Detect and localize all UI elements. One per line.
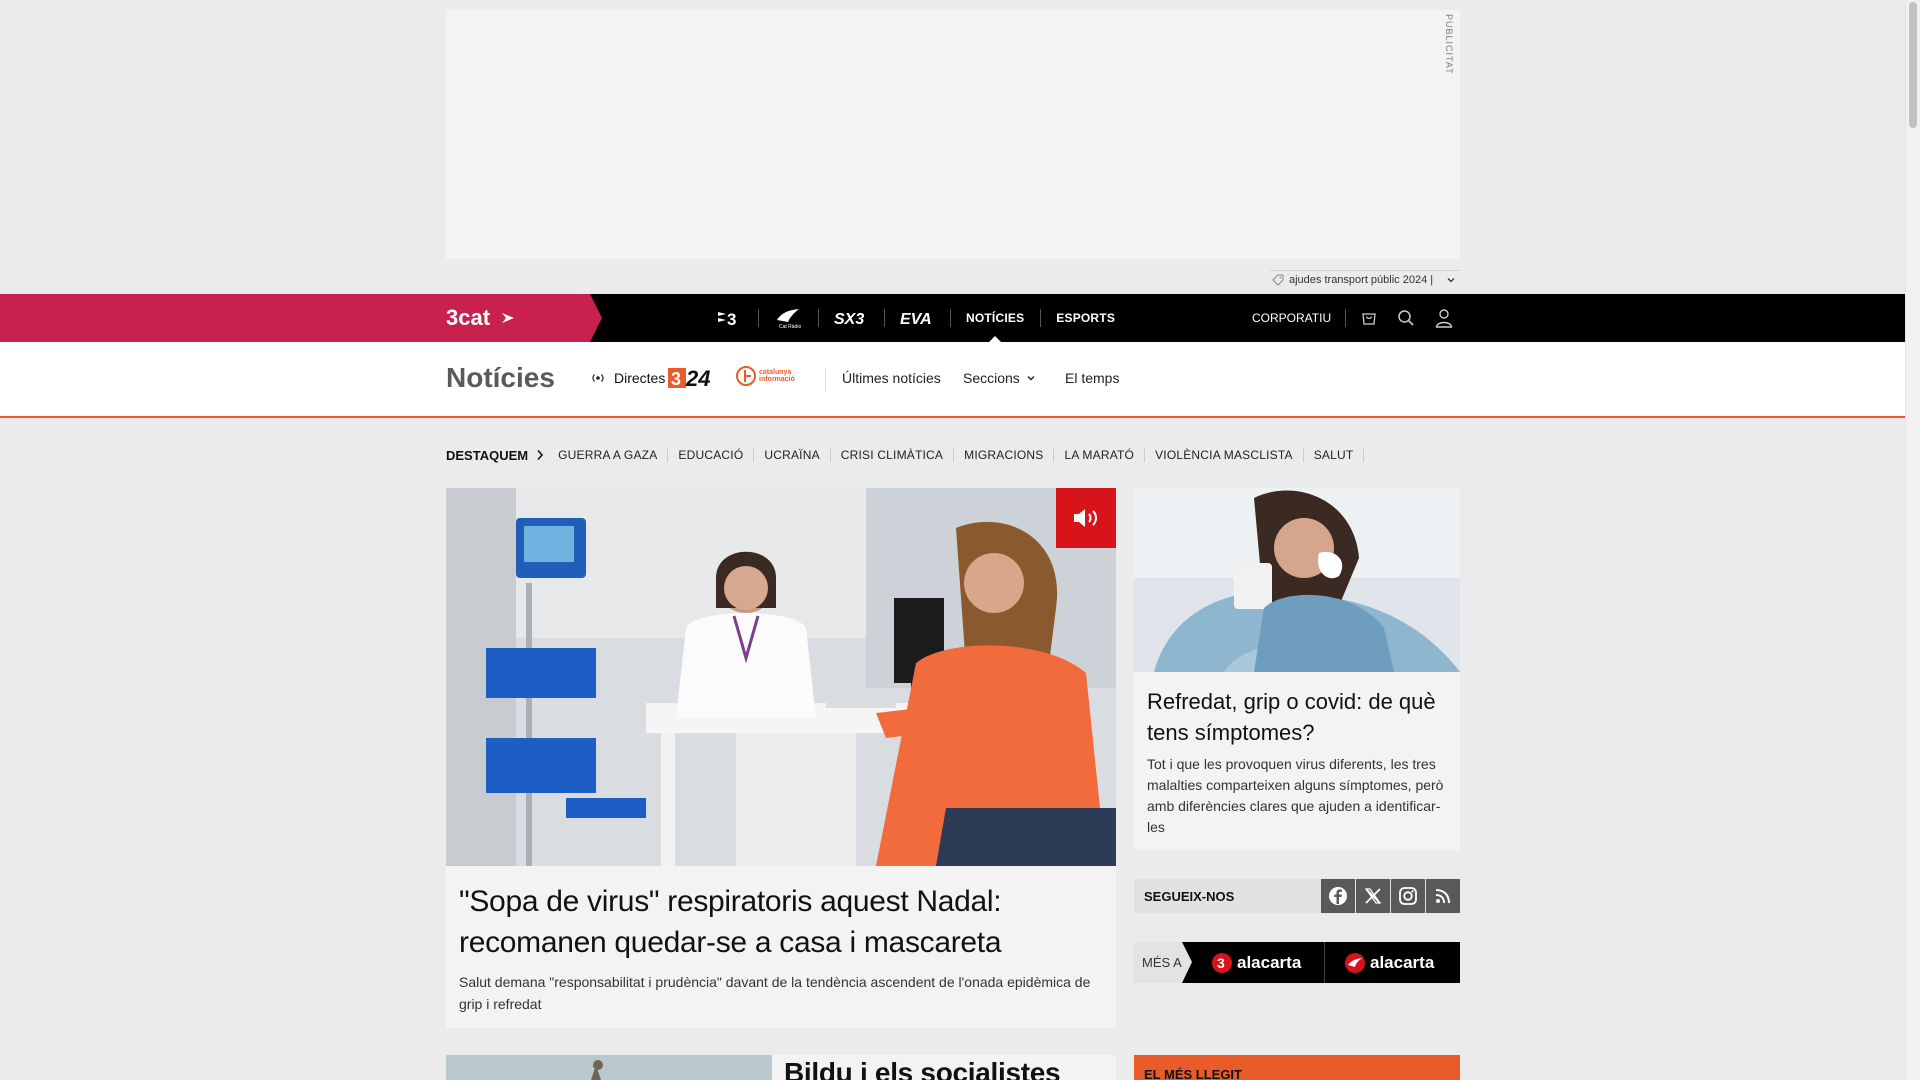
- user-icon[interactable]: [1434, 308, 1454, 328]
- ad-label: PUBLICITAT: [1444, 14, 1454, 75]
- chevron-right-icon: [537, 449, 544, 461]
- 3cat-logo-icon: 3cat: [446, 306, 514, 330]
- side-article-image[interactable]: [1134, 488, 1460, 672]
- clinic-photo: [446, 488, 1116, 866]
- x-icon[interactable]: [1356, 879, 1390, 913]
- svg-text:3cat: 3cat: [446, 306, 491, 330]
- mes-alacarta-bar: MÉS A 3 alacarta alacarta: [1134, 942, 1460, 983]
- section-header: Notícies Directes 3 24 catalunya informa…: [0, 342, 1905, 418]
- cat-info-logo-text: catalunya informació: [759, 369, 795, 383]
- logo-catalunya-informacio[interactable]: catalunya informació: [736, 366, 795, 386]
- ad-strip-text: ajudes transport públic 2024 |: [1289, 273, 1434, 286]
- section-divider: [825, 368, 826, 392]
- svg-text:Cat Ràdio: Cat Ràdio: [779, 324, 801, 329]
- channel-list: 3 Cat Ràdio SX3 EVA NOTÍCIES ESPORTS: [700, 294, 1131, 343]
- catradio-alacarta-link[interactable]: alacarta: [1344, 942, 1434, 983]
- most-read-panel: EL MÉS LLEGIT: [1134, 1055, 1460, 1080]
- chevron-down-icon: [1447, 277, 1455, 282]
- channel-noticies-label: NOTÍCIES: [966, 311, 1025, 325]
- tag-guerra-a-gaza[interactable]: GUERRA A GAZA: [558, 448, 669, 462]
- side-article-title[interactable]: Refredat, grip o covid: de què tens símp…: [1147, 686, 1447, 748]
- tag-la-marato[interactable]: LA MARATÓ: [1054, 448, 1146, 462]
- tag-icon: [1272, 274, 1284, 286]
- sick-woman-photo: [1134, 488, 1460, 672]
- catradio-logo-icon: Cat Ràdio: [777, 309, 801, 329]
- corporatiu-link[interactable]: CORPORATIU: [1252, 294, 1331, 342]
- sx3-logo-icon: SX3: [834, 311, 864, 327]
- directes-link[interactable]: Directes: [590, 370, 665, 386]
- ad-banner[interactable]: [446, 10, 1460, 259]
- side-article-summary: Tot i que les provoquen virus diferents,…: [1147, 756, 1444, 835]
- logo-3cat[interactable]: 3cat: [446, 306, 518, 330]
- channel-sx3[interactable]: SX3: [818, 294, 884, 342]
- tv3-logo-icon: 3: [718, 310, 736, 328]
- svg-text:SX3: SX3: [834, 311, 864, 327]
- tag-salut[interactable]: SALUT: [1304, 448, 1365, 462]
- tv3-alacarta-label: alacarta: [1237, 952, 1302, 972]
- svg-text:EVA: EVA: [900, 311, 932, 327]
- scrollbar-thumb[interactable]: [1909, 2, 1917, 128]
- cat-info-logo-icon: [736, 366, 756, 386]
- page-scrollbar[interactable]: [1905, 0, 1920, 1080]
- channel-catradio[interactable]: Cat Ràdio: [758, 294, 818, 342]
- 324-logo-icon: 3 24: [668, 366, 710, 391]
- channel-esports[interactable]: ESPORTS: [1040, 294, 1131, 342]
- side-article-card[interactable]: Refredat, grip o covid: de què tens símp…: [1134, 488, 1460, 850]
- cart-icon[interactable]: [1359, 308, 1379, 328]
- destaquem-label: DESTAQUEM: [446, 447, 529, 463]
- svg-text:3: 3: [727, 310, 736, 328]
- chevron-down-icon: [1027, 376, 1035, 381]
- follow-us-bar: SEGUEIX-NOS: [1134, 879, 1460, 913]
- tag-ucraina[interactable]: UCRAÏNA: [754, 448, 831, 462]
- topbar-divider: [1345, 309, 1346, 327]
- rss-icon[interactable]: [1426, 879, 1460, 913]
- channel-esports-label: ESPORTS: [1056, 311, 1116, 325]
- main-article-summary: Salut demana "responsabilitat i prudènci…: [459, 974, 1091, 1012]
- destaquem-link[interactable]: DESTAQUEM: [446, 448, 544, 463]
- svg-text:24: 24: [685, 366, 710, 390]
- tv3-logo-icon: 3: [1212, 952, 1232, 973]
- el-temps-link[interactable]: El temps: [1065, 370, 1119, 386]
- search-icon[interactable]: [1396, 308, 1416, 328]
- main-article-image[interactable]: [446, 488, 1116, 866]
- channel-eva[interactable]: EVA: [884, 294, 950, 342]
- catradio-alacarta-label: alacarta: [1370, 952, 1435, 972]
- catradio-logo-icon: [1345, 952, 1365, 973]
- featured-tags: DESTAQUEM GUERRA A GAZA EDUCACIÓ UCRAÏNA…: [446, 446, 1365, 464]
- tv3-alacarta-link[interactable]: 3 alacarta: [1211, 942, 1301, 983]
- most-read-label: EL MÉS LLEGIT: [1144, 1067, 1242, 1080]
- audio-button[interactable]: [1056, 488, 1116, 548]
- ultimes-noticies-link[interactable]: Últimes notícies: [842, 370, 941, 386]
- mes-label: MÉS A: [1134, 942, 1192, 983]
- seccions-dropdown[interactable]: Seccions: [963, 370, 1036, 386]
- facebook-icon[interactable]: [1321, 879, 1355, 913]
- tag-migracions[interactable]: MIGRACIONS: [954, 448, 1055, 462]
- logo-324[interactable]: 3 24: [668, 366, 722, 395]
- tag-educacio[interactable]: EDUCACIÓ: [668, 448, 755, 462]
- directes-label: Directes: [614, 370, 666, 386]
- section-title[interactable]: Notícies: [446, 362, 555, 394]
- main-article-card[interactable]: "Sopa de virus" respiratoris aquest Nada…: [446, 488, 1116, 1028]
- seccions-label: Seccions: [963, 370, 1020, 386]
- alacarta-divider: [1324, 942, 1325, 983]
- channel-tv3[interactable]: 3: [700, 294, 758, 342]
- tag-violencia-masclista[interactable]: VIOLÈNCIA MASCLISTA: [1145, 448, 1304, 462]
- follow-us-label: SEGUEIX-NOS: [1144, 889, 1235, 904]
- speaker-icon: [1074, 509, 1097, 527]
- svg-text:3: 3: [1217, 955, 1225, 971]
- next-article-image[interactable]: [446, 1055, 772, 1080]
- page: PUBLICITAT ajudes transport públic 2024 …: [0, 0, 1905, 1080]
- svg-text:3: 3: [671, 369, 681, 389]
- next-article-card[interactable]: Bildu i els socialistes: [446, 1055, 1116, 1080]
- top-nav-bar: 3cat 3 Cat Ràdio SX3 EVA NOTÍCIES ESPORT…: [0, 294, 1905, 343]
- tag-crisi-climatica[interactable]: CRISI CLIMÀTICA: [831, 448, 955, 462]
- main-article-title[interactable]: "Sopa de virus" respiratoris aquest Nada…: [459, 881, 1099, 963]
- live-broadcast-icon: [592, 374, 604, 382]
- next-article-title[interactable]: Bildu i els socialistes: [784, 1057, 1061, 1080]
- instagram-icon[interactable]: [1391, 879, 1425, 913]
- ad-info-strip[interactable]: ajudes transport públic 2024 |: [1270, 270, 1460, 288]
- channel-noticies[interactable]: NOTÍCIES: [950, 294, 1040, 343]
- eva-logo-icon: EVA: [900, 311, 932, 327]
